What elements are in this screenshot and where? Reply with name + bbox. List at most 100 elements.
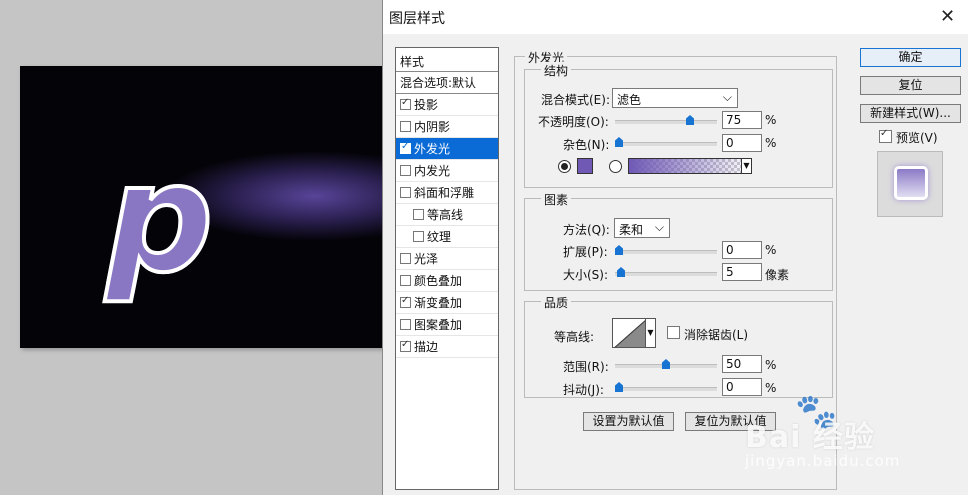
spread-label: 扩展(P): <box>563 245 608 259</box>
style-item-label: 外发光 <box>414 142 451 156</box>
opacity-label: 不透明度(O): <box>538 115 609 129</box>
canvas-letter: p <box>104 132 215 306</box>
jitter-slider[interactable] <box>615 382 717 392</box>
style-item-label: 光泽 <box>414 252 439 266</box>
noise-slider-thumb[interactable] <box>615 137 623 147</box>
technique-value: 柔和 <box>619 223 644 237</box>
gradient-radio[interactable] <box>609 160 622 173</box>
style-item-label: 投影 <box>414 98 439 112</box>
style-item-checkbox[interactable] <box>400 319 411 330</box>
style-item-label: 渐变叠加 <box>414 296 463 310</box>
style-item-checkbox[interactable] <box>400 165 411 176</box>
elements-group: 图素 方法(Q): 柔和 ⌵ 扩展(P): 0 % 大小(S): 5 像素 <box>524 191 833 291</box>
blend-mode-select[interactable]: 滤色 ⌵ <box>612 88 738 108</box>
spread-percent: % <box>765 243 777 257</box>
style-item-checkbox[interactable] <box>400 339 411 352</box>
preview-label: 预览(V) <box>896 131 938 145</box>
range-slider[interactable] <box>615 359 717 369</box>
chevron-down-icon: ⌵ <box>722 90 732 104</box>
style-item-checkbox[interactable] <box>400 253 411 264</box>
jitter-label: 抖动(J): <box>563 383 604 397</box>
style-item-checkbox[interactable] <box>413 209 424 220</box>
document-canvas[interactable]: p <box>20 66 384 348</box>
preview-checkbox[interactable] <box>879 128 892 143</box>
watermark: 🐾 Bai 经验 jingyan.baidu.com <box>745 392 955 482</box>
spread-slider-thumb[interactable] <box>615 245 623 255</box>
quality-group: 品质 等高线: ▼ 消除锯齿(L) 范围(R): 50 % 抖动(J): 0 % <box>524 294 833 398</box>
reset-button[interactable]: 复位 <box>860 76 961 95</box>
style-item-checkbox[interactable] <box>413 231 424 242</box>
jitter-slider-thumb[interactable] <box>615 382 623 392</box>
opacity-percent: % <box>765 113 777 127</box>
technique-select[interactable]: 柔和 ⌵ <box>614 218 670 238</box>
style-item[interactable]: 内发光 <box>396 160 498 182</box>
style-item[interactable]: 颜色叠加 <box>396 270 498 292</box>
watermark-url: jingyan.baidu.com <box>745 452 901 470</box>
style-item-checkbox[interactable] <box>400 141 411 154</box>
contour-label: 等高线: <box>554 330 595 344</box>
style-item[interactable]: 描边 <box>396 336 498 358</box>
close-icon[interactable]: ✕ <box>940 6 955 27</box>
style-item-label: 描边 <box>414 340 439 354</box>
size-unit: 像素 <box>765 268 790 282</box>
style-item-checkbox[interactable] <box>400 295 411 308</box>
set-default-button[interactable]: 设置为默认值 <box>583 412 674 431</box>
style-item-label: 混合选项:默认 <box>400 76 477 90</box>
style-item[interactable]: 投影 <box>396 94 498 116</box>
chevron-down-icon[interactable]: ▼ <box>646 318 656 348</box>
style-item-label: 图案叠加 <box>414 318 463 332</box>
style-item-label: 内发光 <box>414 164 451 178</box>
glow-gradient-picker[interactable]: ▼ <box>628 158 752 174</box>
style-item-checkbox[interactable] <box>400 187 411 198</box>
opacity-slider-thumb[interactable] <box>686 115 694 125</box>
style-item[interactable]: 渐变叠加 <box>396 292 498 314</box>
range-slider-thumb[interactable] <box>662 359 670 369</box>
elements-title: 图素 <box>541 191 572 208</box>
noise-slider[interactable] <box>615 137 717 147</box>
range-percent: % <box>765 358 777 372</box>
styles-list: 样式 混合选项:默认投影内阴影外发光内发光斜面和浮雕等高线纹理光泽颜色叠加渐变叠… <box>395 47 499 490</box>
style-item[interactable]: 纹理 <box>396 226 498 248</box>
technique-label: 方法(Q): <box>563 223 610 237</box>
style-item-checkbox[interactable] <box>400 275 411 286</box>
noise-input[interactable]: 0 <box>722 134 762 152</box>
style-item[interactable]: 图案叠加 <box>396 314 498 336</box>
blend-mode-label: 混合模式(E): <box>541 93 610 107</box>
size-input[interactable]: 5 <box>722 263 762 281</box>
contour-picker[interactable] <box>612 318 646 348</box>
glow-color-swatch[interactable] <box>577 158 593 174</box>
antialias-checkbox[interactable] <box>667 326 680 339</box>
range-input[interactable]: 50 <box>722 355 762 373</box>
style-preview <box>877 151 943 217</box>
chevron-down-icon[interactable]: ▼ <box>741 159 751 173</box>
style-item-label: 颜色叠加 <box>414 274 463 288</box>
title-bar[interactable]: 图层样式 ✕ <box>383 0 968 34</box>
style-item[interactable]: 内阴影 <box>396 116 498 138</box>
style-item-checkbox[interactable] <box>400 121 411 132</box>
opacity-slider[interactable] <box>615 115 717 125</box>
range-label: 范围(R): <box>563 360 609 374</box>
noise-label: 杂色(N): <box>563 138 610 152</box>
style-item-label: 等高线 <box>427 208 464 222</box>
style-item[interactable]: 外发光 <box>396 138 498 160</box>
color-radio[interactable] <box>558 160 571 173</box>
style-item[interactable]: 光泽 <box>396 248 498 270</box>
style-item-checkbox[interactable] <box>400 97 411 110</box>
spread-input[interactable]: 0 <box>722 241 762 259</box>
spread-slider[interactable] <box>615 245 717 255</box>
chevron-down-icon: ⌵ <box>654 220 664 234</box>
antialias-label: 消除锯齿(L) <box>684 328 749 342</box>
structure-title: 结构 <box>541 62 572 79</box>
contour-curve-icon <box>614 320 645 347</box>
size-slider-thumb[interactable] <box>617 267 625 277</box>
style-item[interactable]: 等高线 <box>396 204 498 226</box>
opacity-input[interactable]: 75 <box>722 111 762 129</box>
style-item[interactable]: 混合选项:默认 <box>396 72 498 94</box>
style-item-label: 斜面和浮雕 <box>414 186 475 200</box>
ok-button[interactable]: 确定 <box>860 48 961 67</box>
size-slider[interactable] <box>615 267 717 277</box>
styles-header: 样式 <box>396 48 498 72</box>
dialog-title: 图层样式 <box>389 11 445 27</box>
new-style-button[interactable]: 新建样式(W)... <box>860 104 961 123</box>
style-item[interactable]: 斜面和浮雕 <box>396 182 498 204</box>
